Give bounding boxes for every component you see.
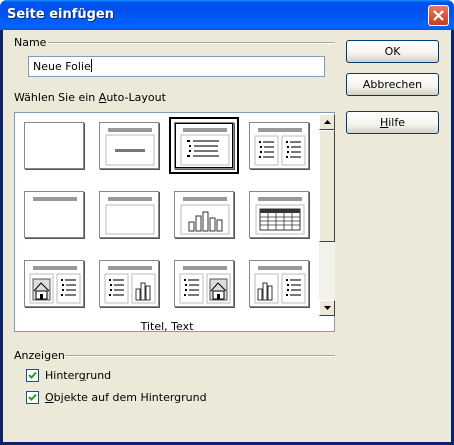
name-input-value: Neue Folie: [33, 60, 91, 73]
background-label-suffix: rund: [85, 369, 112, 382]
dialog-title: Seite einfügen: [7, 7, 115, 22]
name-input[interactable]: Neue Folie: [28, 56, 325, 77]
layout-title-text[interactable]: [169, 117, 239, 174]
help-button-rest: ilfe: [388, 116, 406, 129]
scroll-down-button[interactable]: [319, 300, 335, 316]
layout-title-table[interactable]: [249, 191, 309, 238]
layout-title-only-center[interactable]: [99, 122, 159, 169]
display-group-line: [65, 355, 335, 357]
arrow-down-icon: [323, 306, 331, 310]
layout-title-only-center-preview: [105, 128, 155, 166]
background-label-access: g: [78, 369, 86, 382]
layout-title-table-preview: [255, 197, 305, 235]
layout-scrollbar[interactable]: [319, 114, 335, 316]
layout-title-two-text[interactable]: [249, 122, 309, 169]
layout-label-prefix: Wählen Sie ein: [14, 91, 99, 104]
layout-title-chart[interactable]: [174, 191, 234, 238]
checkmark-icon: [28, 393, 37, 401]
layout-title-text-chart-preview: [104, 266, 156, 304]
close-button[interactable]: [428, 5, 449, 26]
objects-label-access: O: [45, 391, 54, 404]
dialog-window: Seite einfügen Name Neue Folie OK Abbrec…: [0, 0, 454, 445]
arrow-up-icon: [323, 120, 331, 124]
layout-title-chart-text[interactable]: [249, 260, 309, 307]
objects-checkbox[interactable]: [26, 391, 39, 404]
layout-blank[interactable]: [24, 122, 84, 169]
name-group-label: Name: [14, 36, 47, 49]
display-group-label: Anzeigen: [14, 349, 65, 362]
name-group-line: [48, 42, 335, 44]
layout-title-only[interactable]: [24, 191, 84, 238]
layout-title-text-preview: [180, 128, 230, 166]
layout-title-only-preview: [33, 197, 77, 201]
dialog-body: Name Neue Folie OK Abbrechen Hilfe Wähle…: [3, 30, 451, 442]
objects-label-suffix: bjekte auf dem Hintergrund: [53, 391, 207, 404]
layout-title-text-chart[interactable]: [99, 260, 159, 307]
scroll-up-button[interactable]: [319, 114, 335, 130]
help-button[interactable]: Hilfe: [346, 111, 439, 134]
layout-title-text-clipart-preview: [179, 266, 231, 304]
title-bar[interactable]: Seite einfügen: [0, 0, 454, 30]
layout-title-two-text-preview: [254, 128, 306, 166]
scroll-thumb[interactable]: [319, 130, 335, 242]
layout-title-text-clipart[interactable]: [174, 260, 234, 307]
help-button-access: H: [379, 116, 389, 129]
background-label-prefix: Hinter: [45, 369, 79, 382]
layout-title-chart-preview: [180, 197, 230, 235]
layout-title-object[interactable]: [99, 191, 159, 238]
text-caret: [90, 59, 92, 72]
ok-button[interactable]: OK: [346, 40, 439, 63]
layout-caption: Titel, Text: [140, 320, 194, 333]
close-icon: [433, 10, 444, 21]
checkmark-icon: [28, 371, 37, 379]
layout-list[interactable]: [14, 112, 335, 332]
layout-title-clipart-text[interactable]: [24, 260, 84, 307]
layout-title-object-preview: [105, 197, 155, 235]
layout-label-suffix: uto-Layout: [106, 91, 166, 104]
background-checkbox-label[interactable]: Hintergrund: [45, 369, 111, 382]
layout-group-label: Wählen Sie ein Auto-Layout: [14, 91, 166, 104]
cancel-button[interactable]: Abbrechen: [346, 73, 439, 96]
objects-checkbox-label[interactable]: Objekte auf dem Hintergrund: [45, 391, 207, 404]
background-checkbox[interactable]: [26, 369, 39, 382]
layout-title-clipart-text-preview: [29, 266, 81, 304]
layout-title-chart-text-preview: [254, 266, 306, 304]
